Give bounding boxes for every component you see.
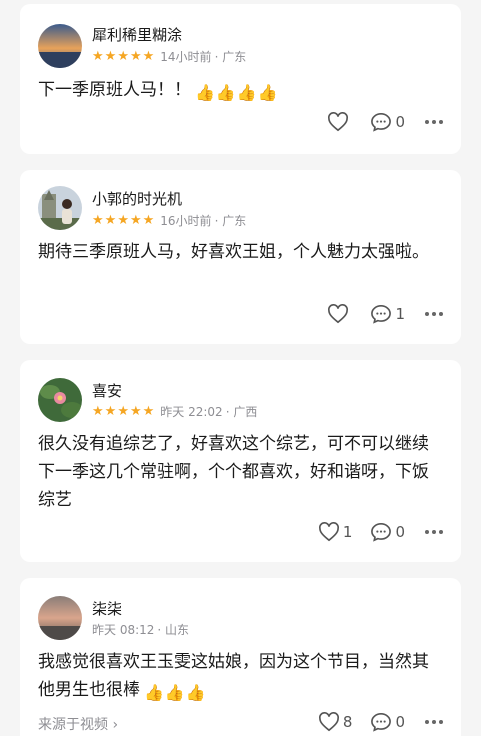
comment-location: · 山东 [157,623,190,637]
comment-time: 昨天 08:12 [92,623,155,637]
source-link[interactable]: 来源于视频 › [38,714,118,734]
comment-card: 犀利稀里糊涂 ★ ★ ★ ★ ★ 14小时前 · 广东 下一季原班人马！！ 👍 👍 👍 👍 0 [20,4,461,154]
star-icon: ★ [117,403,129,419]
like-count: 8 [342,713,353,731]
reply-count: 1 [395,305,405,323]
comment-icon [371,522,392,542]
star-icon: ★ [142,403,155,419]
comment-text-body: 下一季原班人马！！ [38,80,191,100]
thumbs-emoji-group: 👍 👍 👍 👍 [195,79,279,107]
comment-text: 下一季原班人马！！ 👍 👍 👍 👍 [38,76,445,107]
comment-meta: ★ ★ ★ ★ ★ 14小时前 · 广东 [92,48,246,65]
star-icon: ★ [92,403,104,419]
username[interactable]: 喜安 [92,380,122,401]
comment-location: · 广东 [214,50,247,64]
username[interactable]: 小郭的时光机 [92,188,182,209]
comment-time: 14小时前 [160,50,212,64]
heart-icon [328,112,349,132]
rating-stars: ★ ★ ★ ★ ★ [92,48,155,64]
comment-location: · 广东 [214,214,247,228]
comment-card: 小郭的时光机 ★ ★ ★ ★ ★ 16小时前 · 广东 期待三季原班人马，好喜欢王姐，个… [20,170,461,344]
star-icon: ★ [92,212,104,228]
star-icon: ★ [117,212,129,228]
star-icon: ★ [129,48,142,64]
heart-icon [318,712,339,732]
star-icon: ★ [142,212,155,228]
thumbs-up-icon: 👍 [215,83,236,102]
comment-text: 很久没有追综艺了，好喜欢这个综艺，可不可以继续下一季这几个常驻啊，个个都喜欢，好… [38,434,429,510]
star-icon: ★ [129,212,142,228]
username[interactable]: 犀利稀里糊涂 [92,24,182,45]
comment-card: 喜安 ★ ★ ★ ★ ★ 昨天 22:02 · 广西 很久没有追综艺了，好喜欢这个综艺，… [20,360,461,562]
reply-button[interactable]: 0 [370,712,405,732]
thumbs-up-icon: 👍 [164,683,185,702]
comment-card: 柒柒 昨天 08:12 · 山东 我感觉很喜欢王玉雯这姑娘，因为这个节目，当然其… [20,578,461,736]
comment-text: 期待三季原班人马，好喜欢王姐，个人魅力太强啦。 [38,242,429,262]
thumbs-emoji-group: 👍 👍 👍 [144,679,207,707]
username[interactable]: 柒柒 [92,598,122,619]
reply-count: 0 [395,113,405,131]
star-icon: ★ [104,212,117,228]
more-icon[interactable] [425,120,443,124]
thumbs-up-icon: 👍 [185,683,206,702]
star-icon: ★ [142,48,155,64]
comment-icon [371,112,392,132]
reply-count: 0 [395,713,405,731]
thumbs-up-icon: 👍 [257,83,278,102]
comment-time: 昨天 22:02 [160,405,223,419]
avatar[interactable] [38,378,82,422]
thumbs-up-icon: 👍 [236,83,257,102]
comment-time: 16小时前 [160,214,212,228]
comment-actions: 1 0 [300,522,443,542]
comment-text: 我感觉很喜欢王玉雯这姑娘，因为这个节目，当然其他男生也很棒 👍 👍 👍 [38,648,445,707]
avatar[interactable] [38,596,82,640]
comment-meta: 昨天 08:12 · 山东 [92,621,189,638]
avatar[interactable] [38,186,82,230]
comment-actions: 0 [309,112,443,132]
comment-meta: ★ ★ ★ ★ ★ 16小时前 · 广东 [92,212,246,229]
heart-icon [328,304,349,324]
rating-stars: ★ ★ ★ ★ ★ [92,403,155,419]
comment-meta: ★ ★ ★ ★ ★ 昨天 22:02 · 广西 [92,403,257,420]
like-button[interactable] [327,112,352,132]
comment-actions: 8 0 [300,712,443,732]
comment-icon [371,712,392,732]
more-icon[interactable] [425,312,443,316]
star-icon: ★ [104,403,117,419]
like-button[interactable]: 1 [318,522,353,542]
star-icon: ★ [129,403,142,419]
thumbs-up-icon: 👍 [195,83,215,102]
more-icon[interactable] [425,530,443,534]
comment-location: · 广西 [225,405,258,419]
reply-button[interactable]: 0 [370,522,405,542]
star-icon: ★ [117,48,129,64]
thumbs-up-icon: 👍 [144,683,164,702]
comment-text-body: 我感觉很喜欢王玉雯这姑娘，因为这个节目，当然其他男生也很棒 [38,652,429,700]
avatar[interactable] [38,24,82,68]
more-icon[interactable] [425,720,443,724]
star-icon: ★ [104,48,117,64]
comment-icon [371,304,392,324]
like-count: 1 [342,523,353,541]
star-icon: ★ [92,48,104,64]
reply-button[interactable]: 1 [370,304,405,324]
rating-stars: ★ ★ ★ ★ ★ [92,212,155,228]
like-button[interactable] [327,304,352,324]
reply-count: 0 [395,523,405,541]
comment-actions: 1 [309,304,443,324]
reply-button[interactable]: 0 [370,112,405,132]
heart-icon [318,522,339,542]
like-button[interactable]: 8 [318,712,353,732]
